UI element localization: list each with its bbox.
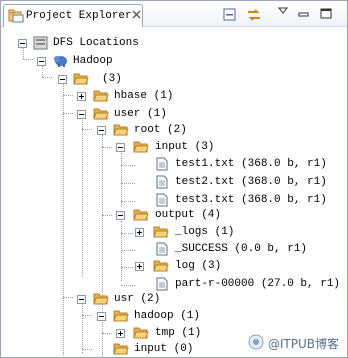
tree-item-label: root (2): [134, 124, 187, 136]
tab-project-explorer[interactable]: Project Explorer: [3, 4, 143, 27]
tree-item-logs[interactable]: _logs (1): [1, 224, 241, 241]
folder-open-icon: [113, 123, 129, 137]
tree-item-label: Hadoop: [73, 55, 113, 67]
tree-item-test2[interactable]: test2.txt (368.0 b, r1): [1, 174, 327, 191]
collapse-toggle[interactable]: [18, 39, 27, 48]
tree-item-label: part-r-00000 (27.0 b, r1): [175, 278, 341, 290]
watermark-logo-icon: [248, 334, 264, 353]
hadoop-elephant-icon: [53, 54, 69, 68]
tree-item-label: _SUCCESS (0.0 b, r1): [175, 243, 308, 255]
tree-item-output[interactable]: output (4): [1, 207, 221, 224]
folder-open-icon: [133, 140, 149, 154]
tree-item-hadoop[interactable]: Hadoop: [1, 53, 201, 70]
collapse-all-icon[interactable]: [222, 7, 238, 23]
collapse-toggle[interactable]: [116, 211, 125, 220]
watermark-text: @ITPUB博客: [267, 336, 339, 351]
tree-item-tmp[interactable]: tmp (1): [1, 325, 221, 342]
tree-item-label: usr (2): [114, 293, 161, 305]
folder-open-icon: [73, 72, 89, 86]
file-icon: [154, 277, 170, 291]
folder-open-icon: [93, 292, 109, 306]
tree-item-usr[interactable]: usr (2): [1, 291, 201, 308]
tree-item-label: hbase (1): [114, 90, 174, 102]
folder-icon: [93, 89, 109, 103]
tree-item-label: user (1): [114, 108, 167, 120]
watermark: @ITPUB博客: [248, 333, 339, 353]
expand-toggle[interactable]: [116, 329, 125, 338]
tree-item-root[interactable]: root (2): [1, 122, 201, 139]
tree-item-label: (3): [102, 73, 122, 85]
folder-open-icon: [133, 208, 149, 222]
tree-item-label: test3.txt (368.0 b, r1): [175, 194, 327, 206]
expand-toggle[interactable]: [135, 228, 144, 237]
tree-item-test1[interactable]: test1.txt (368.0 b, r1): [1, 156, 327, 173]
tree-item-root-dir[interactable]: (3): [1, 71, 201, 88]
tree-item-label: log (3): [175, 260, 222, 272]
tree-item-label: input (3): [155, 141, 215, 153]
tree-item-label: test1.txt (368.0 b, r1): [175, 158, 327, 170]
dfs-locations-icon: [33, 36, 49, 50]
tab-label: Project Explorer: [26, 10, 132, 22]
collapse-toggle[interactable]: [77, 295, 86, 304]
folder-icon: [113, 342, 129, 356]
tree-item-label: test2.txt (368.0 b, r1): [175, 176, 327, 188]
collapse-toggle[interactable]: [97, 312, 106, 321]
maximize-icon[interactable]: [319, 7, 335, 23]
tree-item-success[interactable]: _SUCCESS (0.0 b, r1): [1, 241, 321, 258]
tree-item-label: input (0): [134, 343, 194, 355]
folder-icon: [153, 225, 169, 239]
project-tree: DFS Locations Hadoop (3) hbase (1) user …: [1, 29, 347, 358]
folder-open-icon: [93, 107, 109, 121]
minimize-icon[interactable]: [297, 7, 313, 23]
expand-toggle[interactable]: [135, 262, 144, 271]
tree-item-log[interactable]: log (3): [1, 258, 241, 275]
project-explorer-view: Project Explorer DFS Locations Hadoop (3…: [0, 0, 348, 358]
folder-icon: [133, 326, 149, 340]
collapse-toggle[interactable]: [77, 110, 86, 119]
tree-item-label: _logs (1): [175, 226, 235, 238]
collapse-toggle[interactable]: [116, 143, 125, 152]
folder-icon: [153, 259, 169, 273]
file-icon: [154, 175, 170, 189]
view-header: Project Explorer: [1, 1, 347, 27]
expand-toggle[interactable]: [77, 92, 86, 101]
view-menu-icon[interactable]: [277, 6, 293, 22]
tree-item-user[interactable]: user (1): [1, 106, 201, 123]
collapse-toggle[interactable]: [97, 126, 106, 135]
folder-icon: [8, 9, 24, 23]
file-icon: [154, 193, 170, 207]
collapse-toggle[interactable]: [58, 75, 67, 84]
tree-item-input[interactable]: input (3): [1, 139, 221, 156]
collapse-toggle[interactable]: [37, 57, 46, 66]
close-icon[interactable]: [132, 10, 141, 19]
tree-item-input-usr[interactable]: input (0): [1, 341, 221, 358]
file-icon: [154, 242, 170, 256]
tree-item-label: hadoop (1): [134, 310, 201, 322]
file-icon: [154, 157, 170, 171]
tree-item-label: output (4): [155, 209, 222, 221]
link-with-editor-icon[interactable]: [246, 7, 262, 23]
tree-item-hadoop-dir[interactable]: hadoop (1): [1, 308, 221, 325]
tree-item-hbase[interactable]: hbase (1): [1, 88, 201, 105]
tree-item-dfs-locations[interactable]: DFS Locations: [1, 35, 201, 52]
tree-item-label: DFS Locations: [53, 37, 139, 49]
tree-item-label: tmp (1): [155, 327, 202, 339]
folder-open-icon: [113, 309, 129, 323]
